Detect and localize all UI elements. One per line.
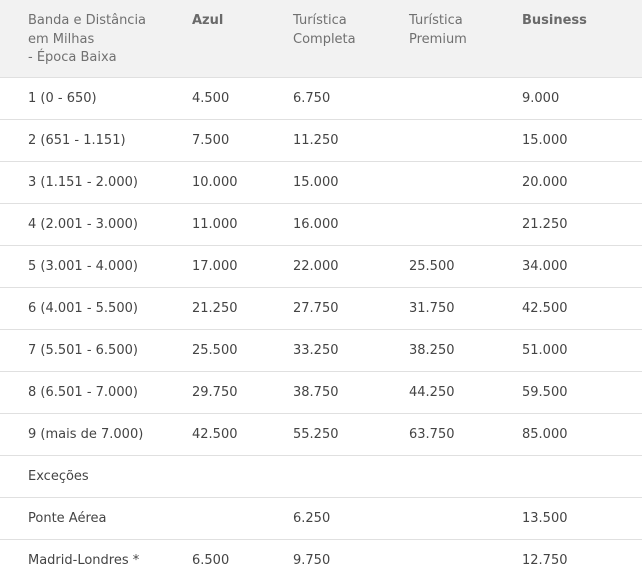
cell-business: 59.500 [522, 384, 568, 400]
cell-turistica-completa: 15.000 [293, 174, 339, 190]
cell-turistica-premium [409, 77, 522, 119]
cell-azul: 21.250 [192, 300, 238, 316]
table-row: 1 (0 - 650) 4.500 6.750 9.000 [0, 77, 642, 119]
cell-band: 4 (2.001 - 3.000) [28, 216, 138, 232]
cell-turistica-completa: 27.750 [293, 300, 339, 316]
cell-azul: 7.500 [192, 132, 230, 148]
cell-band: Ponte Aérea [28, 510, 107, 526]
cell-turistica-completa [293, 455, 409, 497]
cell-azul: 6.500 [192, 552, 230, 568]
cell-azul: 25.500 [192, 342, 238, 358]
cell-azul: 11.000 [192, 216, 238, 232]
cell-turistica-premium [409, 539, 522, 581]
header-turistica-completa: Turística Completa [293, 13, 356, 47]
cell-business: 42.500 [522, 300, 568, 316]
table-row: 9 (mais de 7.000) 42.500 55.250 63.750 8… [0, 413, 642, 455]
table-row: 4 (2.001 - 3.000) 11.000 16.000 21.250 [0, 203, 642, 245]
cell-turistica-premium: 38.250 [409, 342, 455, 358]
cell-business: 85.000 [522, 426, 568, 442]
cell-turistica-premium: 31.750 [409, 300, 455, 316]
cell-turistica-completa: 9.750 [293, 552, 331, 568]
header-turistica-premium: Turística Premium [409, 13, 467, 47]
cell-band: 5 (3.001 - 4.000) [28, 258, 138, 274]
cell-turistica-premium [409, 203, 522, 245]
table-row: Madrid-Londres * 6.500 9.750 12.750 [0, 539, 642, 581]
table-row: 2 (651 - 1.151) 7.500 11.250 15.000 [0, 119, 642, 161]
cell-band: 3 (1.151 - 2.000) [28, 174, 138, 190]
cell-turistica-premium [409, 497, 522, 539]
cell-turistica-premium: 63.750 [409, 426, 455, 442]
cell-azul: 17.000 [192, 258, 238, 274]
cell-turistica-completa: 11.250 [293, 132, 339, 148]
cell-business [522, 455, 642, 497]
table-row: 8 (6.501 - 7.000) 29.750 38.750 44.250 5… [0, 371, 642, 413]
cell-turistica-premium [409, 161, 522, 203]
miles-fare-table: Banda e Distância em Milhas - Época Baix… [0, 0, 642, 581]
table-header-row: Banda e Distância em Milhas - Época Baix… [0, 0, 642, 77]
cell-business: 51.000 [522, 342, 568, 358]
cell-turistica-completa: 6.750 [293, 90, 331, 106]
cell-turistica-completa: 22.000 [293, 258, 339, 274]
cell-band: Exceções [28, 468, 89, 484]
cell-band: 1 (0 - 650) [28, 90, 97, 106]
table-row: 7 (5.501 - 6.500) 25.500 33.250 38.250 5… [0, 329, 642, 371]
cell-business: 34.000 [522, 258, 568, 274]
cell-turistica-completa: 33.250 [293, 342, 339, 358]
cell-band: 7 (5.501 - 6.500) [28, 342, 138, 358]
table-row: 3 (1.151 - 2.000) 10.000 15.000 20.000 [0, 161, 642, 203]
header-azul: Azul [192, 13, 224, 28]
cell-azul: 10.000 [192, 174, 238, 190]
cell-band: 8 (6.501 - 7.000) [28, 384, 138, 400]
header-distance-band: Banda e Distância em Milhas - Época Baix… [28, 13, 147, 65]
cell-turistica-completa: 55.250 [293, 426, 339, 442]
cell-turistica-completa: 16.000 [293, 216, 339, 232]
cell-azul: 42.500 [192, 426, 238, 442]
cell-azul: 4.500 [192, 90, 230, 106]
cell-band: 2 (651 - 1.151) [28, 132, 126, 148]
cell-business: 13.500 [522, 510, 568, 526]
cell-business: 9.000 [522, 90, 560, 106]
cell-azul [192, 497, 293, 539]
cell-turistica-premium: 44.250 [409, 384, 455, 400]
cell-turistica-premium [409, 119, 522, 161]
table-row: 5 (3.001 - 4.000) 17.000 22.000 25.500 3… [0, 245, 642, 287]
cell-business: 20.000 [522, 174, 568, 190]
cell-turistica-completa: 38.750 [293, 384, 339, 400]
cell-business: 12.750 [522, 552, 568, 568]
cell-band: 6 (4.001 - 5.500) [28, 300, 138, 316]
table-row: 6 (4.001 - 5.500) 21.250 27.750 31.750 4… [0, 287, 642, 329]
header-business: Business [522, 13, 587, 28]
cell-turistica-premium [409, 455, 522, 497]
table-row: Ponte Aérea 6.250 13.500 [0, 497, 642, 539]
cell-azul [192, 455, 293, 497]
cell-business: 21.250 [522, 216, 568, 232]
cell-band: 9 (mais de 7.000) [28, 426, 144, 442]
cell-business: 15.000 [522, 132, 568, 148]
table-body: 1 (0 - 650) 4.500 6.750 9.000 2 (651 - 1… [0, 77, 642, 581]
table-row: Exceções [0, 455, 642, 497]
cell-turistica-completa: 6.250 [293, 510, 331, 526]
cell-turistica-premium: 25.500 [409, 258, 455, 274]
cell-band: Madrid-Londres * [28, 552, 140, 568]
cell-azul: 29.750 [192, 384, 238, 400]
